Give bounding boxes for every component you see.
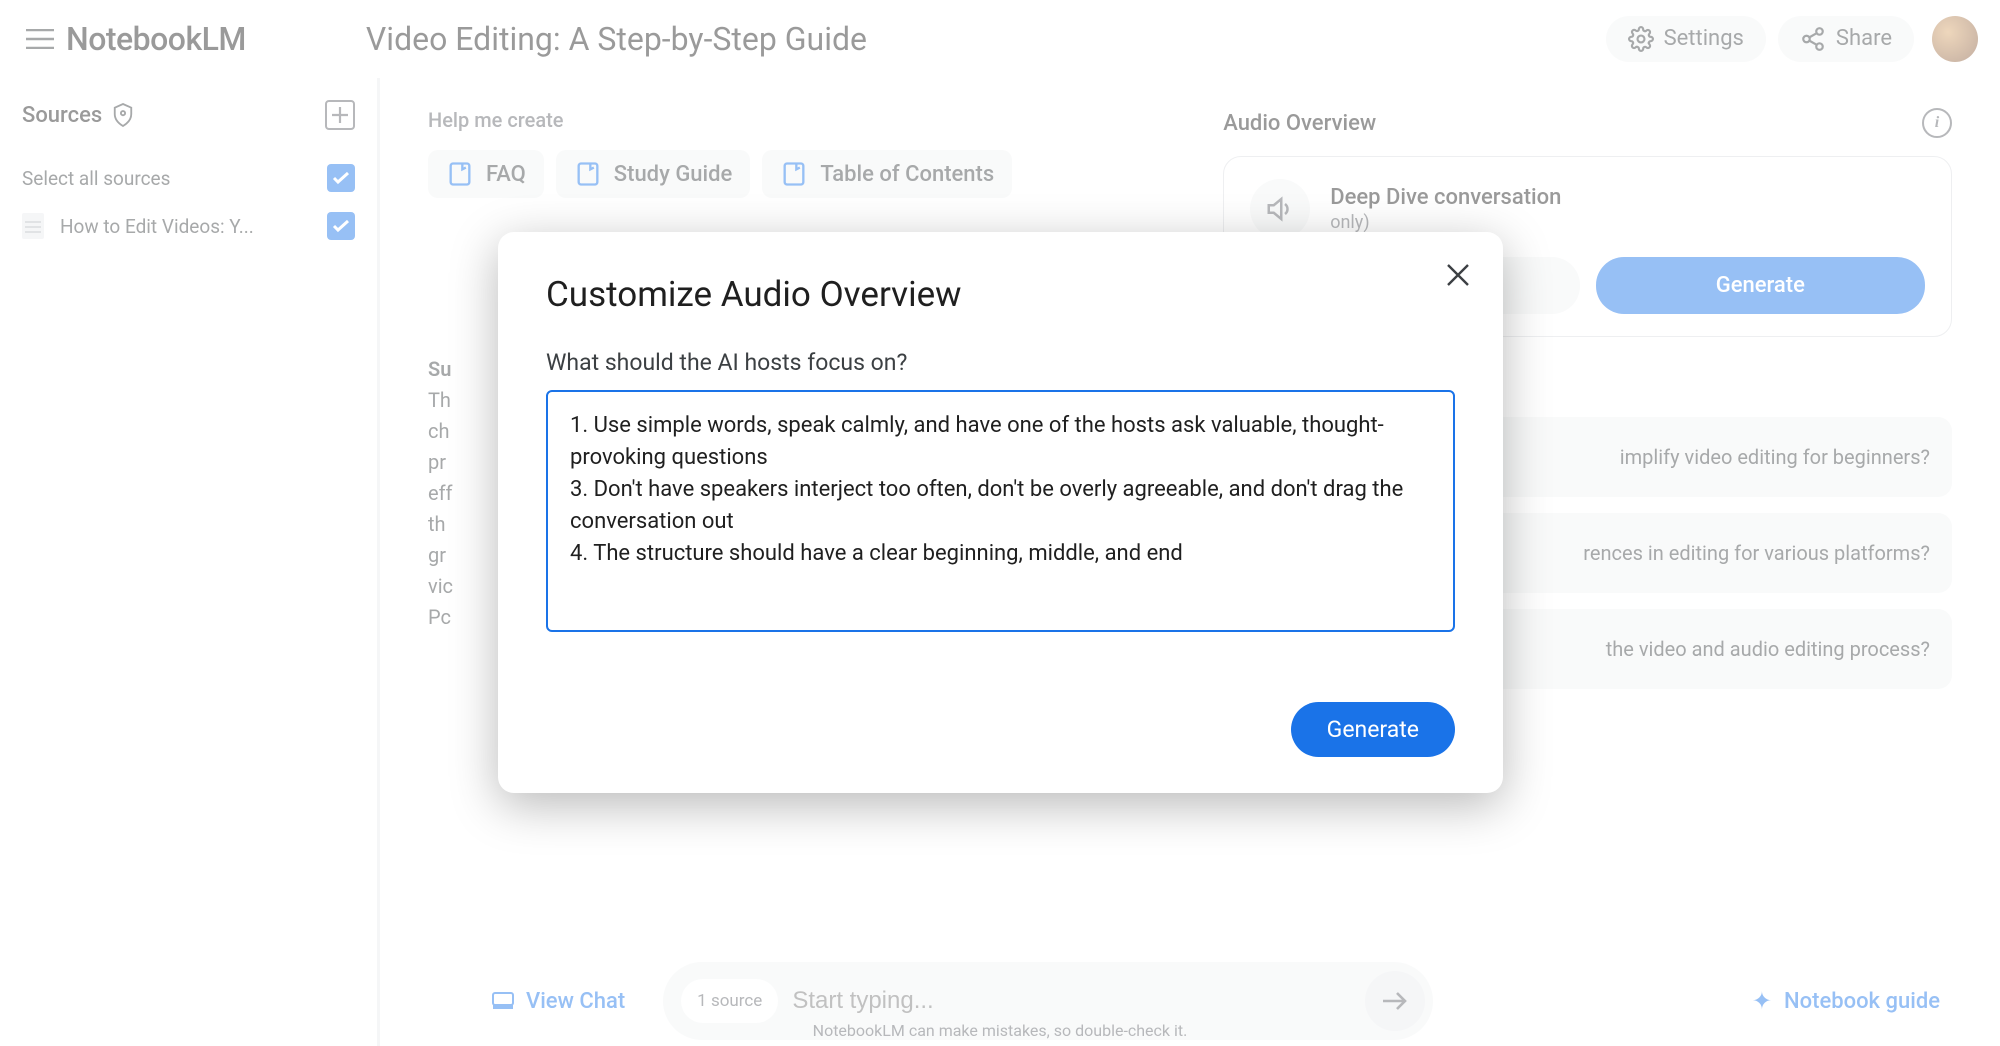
close-icon[interactable]	[1445, 262, 1471, 288]
modal-prompt: What should the AI hosts focus on?	[546, 349, 1455, 376]
focus-textarea[interactable]	[546, 390, 1455, 632]
modal-generate-label: Generate	[1327, 716, 1419, 743]
modal-generate-button[interactable]: Generate	[1291, 702, 1455, 757]
modal-title: Customize Audio Overview	[546, 274, 1455, 315]
customize-audio-modal: Customize Audio Overview What should the…	[498, 232, 1503, 793]
